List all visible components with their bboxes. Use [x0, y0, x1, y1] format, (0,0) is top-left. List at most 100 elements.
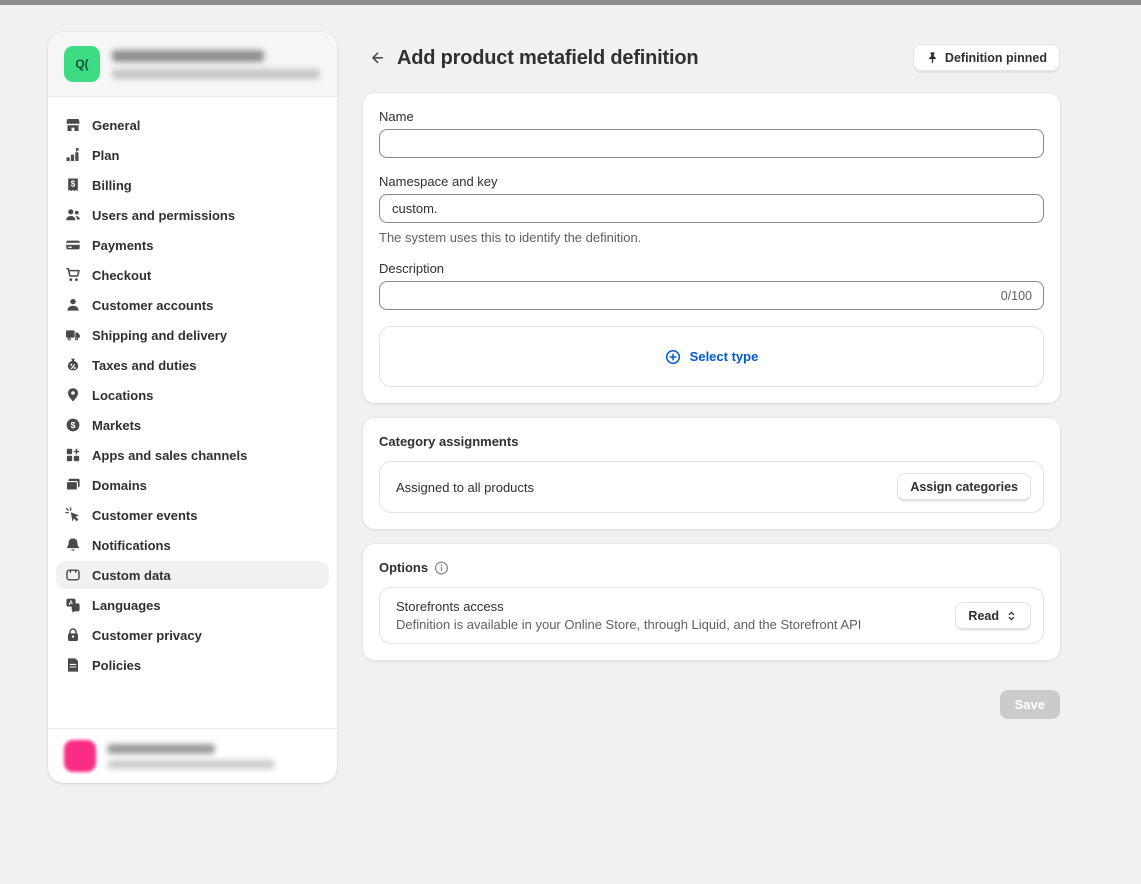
sidebar-item-billing[interactable]: $ Billing [56, 171, 329, 199]
storefronts-access-description: Definition is available in your Online S… [396, 617, 861, 632]
sidebar-item-markets[interactable]: $ Markets [56, 411, 329, 439]
sidebar-item-label: Plan [92, 148, 119, 163]
namespace-input[interactable] [379, 194, 1044, 223]
cursor-click-icon [64, 507, 81, 524]
save-button[interactable]: Save [1000, 690, 1060, 719]
page-title: Add product metafield definition [397, 47, 698, 70]
sidebar-item-label: Policies [92, 658, 141, 673]
storefronts-access-title: Storefronts access [396, 599, 861, 614]
sidebar-item-policies[interactable]: Policies [56, 651, 329, 679]
sidebar-item-plan[interactable]: Plan [56, 141, 329, 169]
category-assignments-title: Category assignments [379, 434, 1044, 449]
sidebar-item-general[interactable]: General [56, 111, 329, 139]
definition-pinned-button[interactable]: Definition pinned [913, 44, 1060, 72]
user-footer[interactable] [48, 728, 337, 783]
sidebar-item-customer-privacy[interactable]: Customer privacy [56, 621, 329, 649]
sidebar-item-languages[interactable]: A Languages [56, 591, 329, 619]
custom-data-icon [64, 567, 81, 584]
sidebar-item-label: Billing [92, 178, 132, 193]
truck-icon [64, 327, 81, 344]
name-input[interactable] [379, 129, 1044, 158]
sidebar-item-locations[interactable]: Locations [56, 381, 329, 409]
sidebar-item-label: Customer privacy [92, 628, 202, 643]
settings-sidebar: Q( General Plan $ Billing Users and perm… [48, 32, 337, 783]
sidebar-item-label: Checkout [92, 268, 151, 283]
description-label: Description [379, 261, 1044, 276]
sidebar-item-label: Users and permissions [92, 208, 235, 223]
sidebar-item-notifications[interactable]: Notifications [56, 531, 329, 559]
top-bar [0, 0, 1141, 5]
sidebar-item-domains[interactable]: Domains [56, 471, 329, 499]
sidebar-item-custom-data[interactable]: Custom data [56, 561, 329, 589]
users-icon [64, 207, 81, 224]
sidebar-item-label: Notifications [92, 538, 171, 553]
tax-icon [64, 357, 81, 374]
storefronts-access-text: Storefronts access Definition is availab… [396, 599, 861, 632]
category-assignments-row: Assigned to all products Assign categori… [379, 461, 1044, 513]
options-title: Options [379, 560, 1044, 575]
payments-icon [64, 237, 81, 254]
back-button[interactable] [363, 44, 391, 72]
sidebar-item-label: Domains [92, 478, 147, 493]
store-info [112, 50, 320, 79]
billing-icon: $ [64, 177, 81, 194]
user-avatar [64, 740, 96, 772]
namespace-field-group: Namespace and key The system uses this t… [379, 174, 1044, 245]
store-header[interactable]: Q( [48, 32, 337, 97]
namespace-help-text: The system uses this to identify the def… [379, 230, 1044, 245]
cart-icon [64, 267, 81, 284]
sidebar-item-users-and-permissions[interactable]: Users and permissions [56, 201, 329, 229]
store-domain-redacted [112, 69, 320, 79]
svg-text:$: $ [70, 179, 75, 188]
category-assignment-status: Assigned to all products [396, 480, 534, 495]
user-email-redacted [107, 760, 275, 769]
sidebar-item-label: General [92, 118, 140, 133]
name-label: Name [379, 109, 1044, 124]
plan-icon [64, 147, 81, 164]
apps-icon [64, 447, 81, 464]
sidebar-item-label: Apps and sales channels [92, 448, 247, 463]
namespace-label: Namespace and key [379, 174, 1044, 189]
select-type-label: Select type [690, 349, 759, 364]
bell-icon [64, 537, 81, 554]
person-icon [64, 297, 81, 314]
sidebar-item-label: Shipping and delivery [92, 328, 227, 343]
options-title-text: Options [379, 560, 428, 575]
sidebar-item-taxes-and-duties[interactable]: Taxes and duties [56, 351, 329, 379]
info-icon[interactable] [434, 560, 449, 575]
sidebar-item-label: Markets [92, 418, 141, 433]
sidebar-item-label: Customer events [92, 508, 197, 523]
category-assignments-card: Category assignments Assigned to all pro… [363, 418, 1060, 529]
sidebar-item-customer-events[interactable]: Customer events [56, 501, 329, 529]
svg-text:$: $ [70, 420, 75, 430]
store-name-redacted [112, 50, 264, 62]
sidebar-item-apps-and-sales-channels[interactable]: Apps and sales channels [56, 441, 329, 469]
name-field-group: Name [379, 109, 1044, 158]
sidebar-item-checkout[interactable]: Checkout [56, 261, 329, 289]
sidebar-item-label: Languages [92, 598, 161, 613]
policy-document-icon [64, 657, 81, 674]
storefronts-access-row: Storefronts access Definition is availab… [379, 587, 1044, 644]
sidebar-item-label: Custom data [92, 568, 171, 583]
sidebar-item-label: Customer accounts [92, 298, 213, 313]
back-arrow-icon [369, 50, 386, 67]
domains-icon [64, 477, 81, 494]
globe-icon: $ [64, 417, 81, 434]
location-pin-icon [64, 387, 81, 404]
sidebar-item-customer-accounts[interactable]: Customer accounts [56, 291, 329, 319]
sidebar-item-payments[interactable]: Payments [56, 231, 329, 259]
plus-circle-icon [665, 348, 682, 365]
assign-categories-button[interactable]: Assign categories [897, 473, 1031, 501]
user-info [107, 744, 275, 769]
select-type-button[interactable]: Select type [379, 326, 1044, 387]
page-header: Add product metafield definition Definit… [363, 42, 1060, 74]
storefronts-access-select[interactable]: Read [955, 602, 1031, 630]
main-content: Add product metafield definition Definit… [363, 42, 1060, 719]
sidebar-item-shipping-and-delivery[interactable]: Shipping and delivery [56, 321, 329, 349]
store-avatar: Q( [64, 46, 100, 82]
translate-icon: A [64, 597, 81, 614]
sidebar-item-label: Locations [92, 388, 153, 403]
lock-icon [64, 627, 81, 644]
description-input[interactable] [379, 281, 1044, 310]
save-row: Save [363, 690, 1060, 719]
